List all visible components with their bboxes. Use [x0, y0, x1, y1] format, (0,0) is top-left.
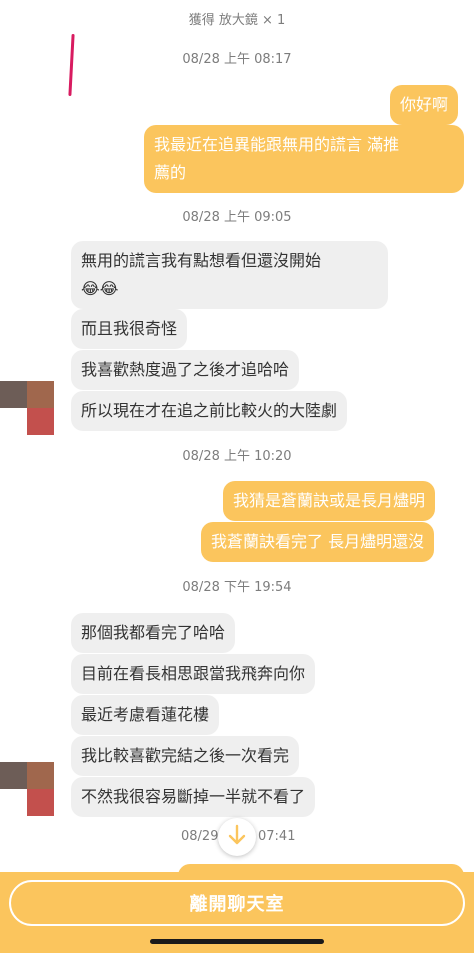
timestamp: 08/28 下午 19:54 — [182, 580, 292, 595]
timestamp: 08/28 上午 08:17 — [182, 52, 292, 67]
timestamp-date: 08/29 — [181, 829, 219, 844]
avatar[interactable] — [0, 762, 54, 816]
message-bubble-incoming[interactable]: 我比較喜歡完結之後一次看完 — [71, 736, 300, 776]
message-bubble-outgoing[interactable]: 我蒼蘭訣看完了 長月燼明還沒 — [201, 522, 435, 562]
message-line: 無用的謊言我有點想看但還沒開始 — [81, 251, 322, 270]
message-bubble-outgoing[interactable]: 我最近在追異能跟無用的謊言 滿推 薦的 — [144, 125, 464, 193]
message-bubble-incoming[interactable]: 那個我都看完了哈哈 — [71, 613, 236, 653]
message-bubble-incoming[interactable]: 最近考慮看蓮花樓 — [71, 695, 220, 735]
timestamp-time: 07:41 — [258, 829, 296, 844]
scroll-to-bottom-button[interactable] — [218, 818, 256, 856]
item-obtained-notice: 獲得 放大鏡 × 1 — [188, 13, 286, 28]
message-line: 薦的 — [154, 163, 187, 182]
message-bubble-outgoing[interactable]: 我猜是蒼蘭訣或是長月燼明 — [223, 481, 436, 521]
message-bubble-incoming[interactable]: 目前在看長相思跟當我飛奔向你 — [71, 654, 316, 694]
message-bubble-incoming[interactable]: 而且我很奇怪 — [71, 309, 188, 349]
avatar[interactable] — [0, 381, 54, 435]
message-bubble-incoming[interactable]: 無用的謊言我有點想看但還沒開始 😂😂 — [71, 241, 388, 309]
home-indicator[interactable] — [150, 939, 324, 944]
message-line: 我最近在追異能跟無用的謊言 滿推 — [154, 135, 400, 154]
arrow-down-icon — [227, 824, 247, 850]
message-bubble-incoming[interactable]: 所以現在才在追之前比較火的大陸劇 — [71, 391, 348, 431]
message-line: 😂😂 — [81, 279, 119, 298]
message-bubble-incoming[interactable]: 不然我很容易斷掉一半就不看了 — [71, 777, 316, 817]
leave-chat-button[interactable]: 離開聊天室 — [9, 880, 465, 926]
message-bubble-incoming[interactable]: 我喜歡熱度過了之後才追哈哈 — [71, 350, 300, 390]
message-bubble-outgoing[interactable]: 你好啊 — [390, 85, 459, 125]
timestamp: 08/28 上午 10:20 — [182, 449, 292, 464]
timestamp: 08/28 上午 09:05 — [182, 210, 292, 225]
